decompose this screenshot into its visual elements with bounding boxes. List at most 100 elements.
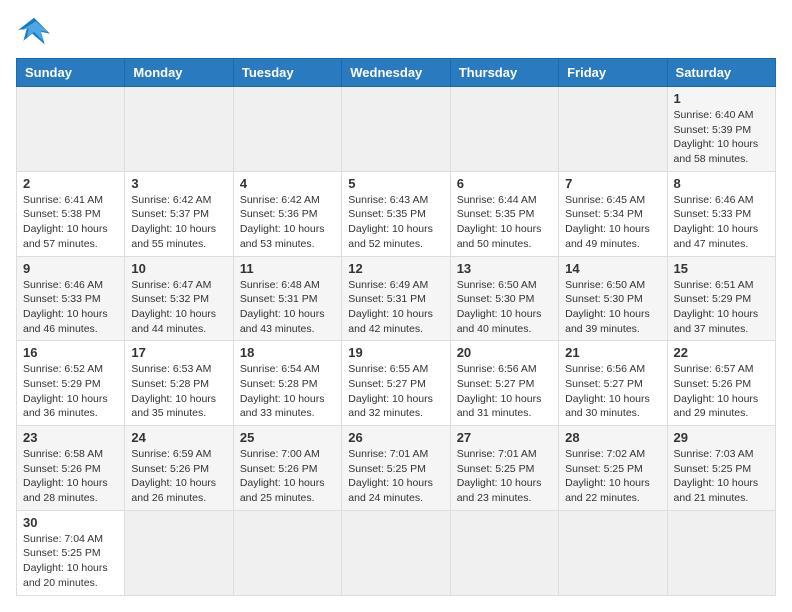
day-number: 19	[348, 345, 443, 360]
calendar-cell: 10Sunrise: 6:47 AM Sunset: 5:32 PM Dayli…	[125, 256, 233, 341]
calendar-cell	[559, 510, 667, 595]
calendar-cell: 6 Sunrise: 6:44 AM Sunset: 5:35 PM Daylig…	[450, 171, 558, 256]
day-number: 14	[565, 261, 660, 276]
day-number: 4	[240, 176, 335, 191]
day-info: Sunrise: 6:50 AM Sunset: 5:30 PM Dayligh…	[565, 278, 660, 337]
calendar-cell	[17, 87, 125, 172]
day-info: Sunrise: 7:01 AM Sunset: 5:25 PM Dayligh…	[457, 447, 552, 506]
logo-icon	[16, 16, 52, 46]
calendar-cell: 7 Sunrise: 6:45 AM Sunset: 5:34 PM Daylig…	[559, 171, 667, 256]
day-number: 27	[457, 430, 552, 445]
calendar-week-row: 30Sunrise: 7:04 AM Sunset: 5:25 PM Dayli…	[17, 510, 776, 595]
day-info: Sunrise: 6:59 AM Sunset: 5:26 PM Dayligh…	[131, 447, 226, 506]
day-info: Sunrise: 6:45 AM Sunset: 5:34 PM Dayligh…	[565, 193, 660, 252]
calendar-week-row: 1Sunrise: 6:40 AM Sunset: 5:39 PM Daylig…	[17, 87, 776, 172]
calendar-cell	[450, 510, 558, 595]
calendar-week-row: 16 Sunrise: 6:52 AM Sunset: 5:29 PM Dayli…	[17, 341, 776, 426]
calendar-cell: 5 Sunrise: 6:43 AM Sunset: 5:35 PM Daylig…	[342, 171, 450, 256]
day-number: 17	[131, 345, 226, 360]
calendar-cell: 22Sunrise: 6:57 AM Sunset: 5:26 PM Dayli…	[667, 341, 775, 426]
calendar-cell: 30Sunrise: 7:04 AM Sunset: 5:25 PM Dayli…	[17, 510, 125, 595]
day-info: Sunrise: 6:56 AM Sunset: 5:27 PM Dayligh…	[457, 362, 552, 421]
calendar-cell: 29 Sunrise: 7:03 AM Sunset: 5:25 PM Dayli…	[667, 426, 775, 511]
day-info: Sunrise: 6:40 AM Sunset: 5:39 PM Dayligh…	[674, 108, 769, 167]
weekday-header: Friday	[559, 59, 667, 87]
day-number: 29	[674, 430, 769, 445]
calendar-cell	[667, 510, 775, 595]
calendar-week-row: 9 Sunrise: 6:46 AM Sunset: 5:33 PM Daylig…	[17, 256, 776, 341]
calendar-cell: 21Sunrise: 6:56 AM Sunset: 5:27 PM Dayli…	[559, 341, 667, 426]
day-number: 12	[348, 261, 443, 276]
day-number: 8	[674, 176, 769, 191]
calendar-cell: 8 Sunrise: 6:46 AM Sunset: 5:33 PM Daylig…	[667, 171, 775, 256]
calendar-cell: 24 Sunrise: 6:59 AM Sunset: 5:26 PM Dayli…	[125, 426, 233, 511]
calendar-cell	[125, 510, 233, 595]
weekday-header-row: SundayMondayTuesdayWednesdayThursdayFrid…	[17, 59, 776, 87]
weekday-header: Thursday	[450, 59, 558, 87]
day-info: Sunrise: 6:50 AM Sunset: 5:30 PM Dayligh…	[457, 278, 552, 337]
day-number: 16	[23, 345, 118, 360]
day-number: 13	[457, 261, 552, 276]
day-number: 26	[348, 430, 443, 445]
day-number: 28	[565, 430, 660, 445]
calendar-cell	[450, 87, 558, 172]
weekday-header: Saturday	[667, 59, 775, 87]
day-number: 2	[23, 176, 118, 191]
day-number: 22	[674, 345, 769, 360]
day-info: Sunrise: 6:55 AM Sunset: 5:27 PM Dayligh…	[348, 362, 443, 421]
calendar-week-row: 2 Sunrise: 6:41 AM Sunset: 5:38 PM Daylig…	[17, 171, 776, 256]
weekday-header: Tuesday	[233, 59, 341, 87]
day-number: 5	[348, 176, 443, 191]
weekday-header: Wednesday	[342, 59, 450, 87]
calendar: SundayMondayTuesdayWednesdayThursdayFrid…	[16, 58, 776, 596]
calendar-cell	[233, 510, 341, 595]
calendar-cell: 14 Sunrise: 6:50 AM Sunset: 5:30 PM Dayli…	[559, 256, 667, 341]
day-info: Sunrise: 6:43 AM Sunset: 5:35 PM Dayligh…	[348, 193, 443, 252]
calendar-cell: 16 Sunrise: 6:52 AM Sunset: 5:29 PM Dayli…	[17, 341, 125, 426]
day-number: 24	[131, 430, 226, 445]
day-info: Sunrise: 6:41 AM Sunset: 5:38 PM Dayligh…	[23, 193, 118, 252]
day-number: 9	[23, 261, 118, 276]
calendar-cell: 1Sunrise: 6:40 AM Sunset: 5:39 PM Daylig…	[667, 87, 775, 172]
calendar-cell: 9 Sunrise: 6:46 AM Sunset: 5:33 PM Daylig…	[17, 256, 125, 341]
calendar-cell: 2 Sunrise: 6:41 AM Sunset: 5:38 PM Daylig…	[17, 171, 125, 256]
calendar-cell: 25Sunrise: 7:00 AM Sunset: 5:26 PM Dayli…	[233, 426, 341, 511]
calendar-cell: 28 Sunrise: 7:02 AM Sunset: 5:25 PM Dayli…	[559, 426, 667, 511]
calendar-cell: 19 Sunrise: 6:55 AM Sunset: 5:27 PM Dayli…	[342, 341, 450, 426]
calendar-cell	[233, 87, 341, 172]
day-info: Sunrise: 6:51 AM Sunset: 5:29 PM Dayligh…	[674, 278, 769, 337]
header	[16, 16, 776, 46]
day-number: 21	[565, 345, 660, 360]
day-info: Sunrise: 6:54 AM Sunset: 5:28 PM Dayligh…	[240, 362, 335, 421]
day-info: Sunrise: 6:49 AM Sunset: 5:31 PM Dayligh…	[348, 278, 443, 337]
logo	[16, 16, 56, 46]
day-info: Sunrise: 6:46 AM Sunset: 5:33 PM Dayligh…	[23, 278, 118, 337]
day-info: Sunrise: 6:47 AM Sunset: 5:32 PM Dayligh…	[131, 278, 226, 337]
calendar-cell: 17 Sunrise: 6:53 AM Sunset: 5:28 PM Dayli…	[125, 341, 233, 426]
calendar-cell: 26 Sunrise: 7:01 AM Sunset: 5:25 PM Dayli…	[342, 426, 450, 511]
calendar-cell	[342, 510, 450, 595]
day-number: 6	[457, 176, 552, 191]
calendar-cell: 15 Sunrise: 6:51 AM Sunset: 5:29 PM Dayli…	[667, 256, 775, 341]
calendar-cell: 27 Sunrise: 7:01 AM Sunset: 5:25 PM Dayli…	[450, 426, 558, 511]
day-info: Sunrise: 6:53 AM Sunset: 5:28 PM Dayligh…	[131, 362, 226, 421]
calendar-cell: 23Sunrise: 6:58 AM Sunset: 5:26 PM Dayli…	[17, 426, 125, 511]
day-info: Sunrise: 7:03 AM Sunset: 5:25 PM Dayligh…	[674, 447, 769, 506]
weekday-header: Monday	[125, 59, 233, 87]
weekday-header: Sunday	[17, 59, 125, 87]
day-info: Sunrise: 6:46 AM Sunset: 5:33 PM Dayligh…	[674, 193, 769, 252]
day-number: 11	[240, 261, 335, 276]
day-info: Sunrise: 7:04 AM Sunset: 5:25 PM Dayligh…	[23, 532, 118, 591]
day-info: Sunrise: 6:42 AM Sunset: 5:36 PM Dayligh…	[240, 193, 335, 252]
day-info: Sunrise: 7:01 AM Sunset: 5:25 PM Dayligh…	[348, 447, 443, 506]
day-info: Sunrise: 7:02 AM Sunset: 5:25 PM Dayligh…	[565, 447, 660, 506]
day-number: 23	[23, 430, 118, 445]
day-number: 25	[240, 430, 335, 445]
day-number: 15	[674, 261, 769, 276]
day-number: 7	[565, 176, 660, 191]
calendar-week-row: 23Sunrise: 6:58 AM Sunset: 5:26 PM Dayli…	[17, 426, 776, 511]
calendar-cell: 11 Sunrise: 6:48 AM Sunset: 5:31 PM Dayli…	[233, 256, 341, 341]
day-info: Sunrise: 6:48 AM Sunset: 5:31 PM Dayligh…	[240, 278, 335, 337]
day-info: Sunrise: 6:52 AM Sunset: 5:29 PM Dayligh…	[23, 362, 118, 421]
day-info: Sunrise: 6:44 AM Sunset: 5:35 PM Dayligh…	[457, 193, 552, 252]
